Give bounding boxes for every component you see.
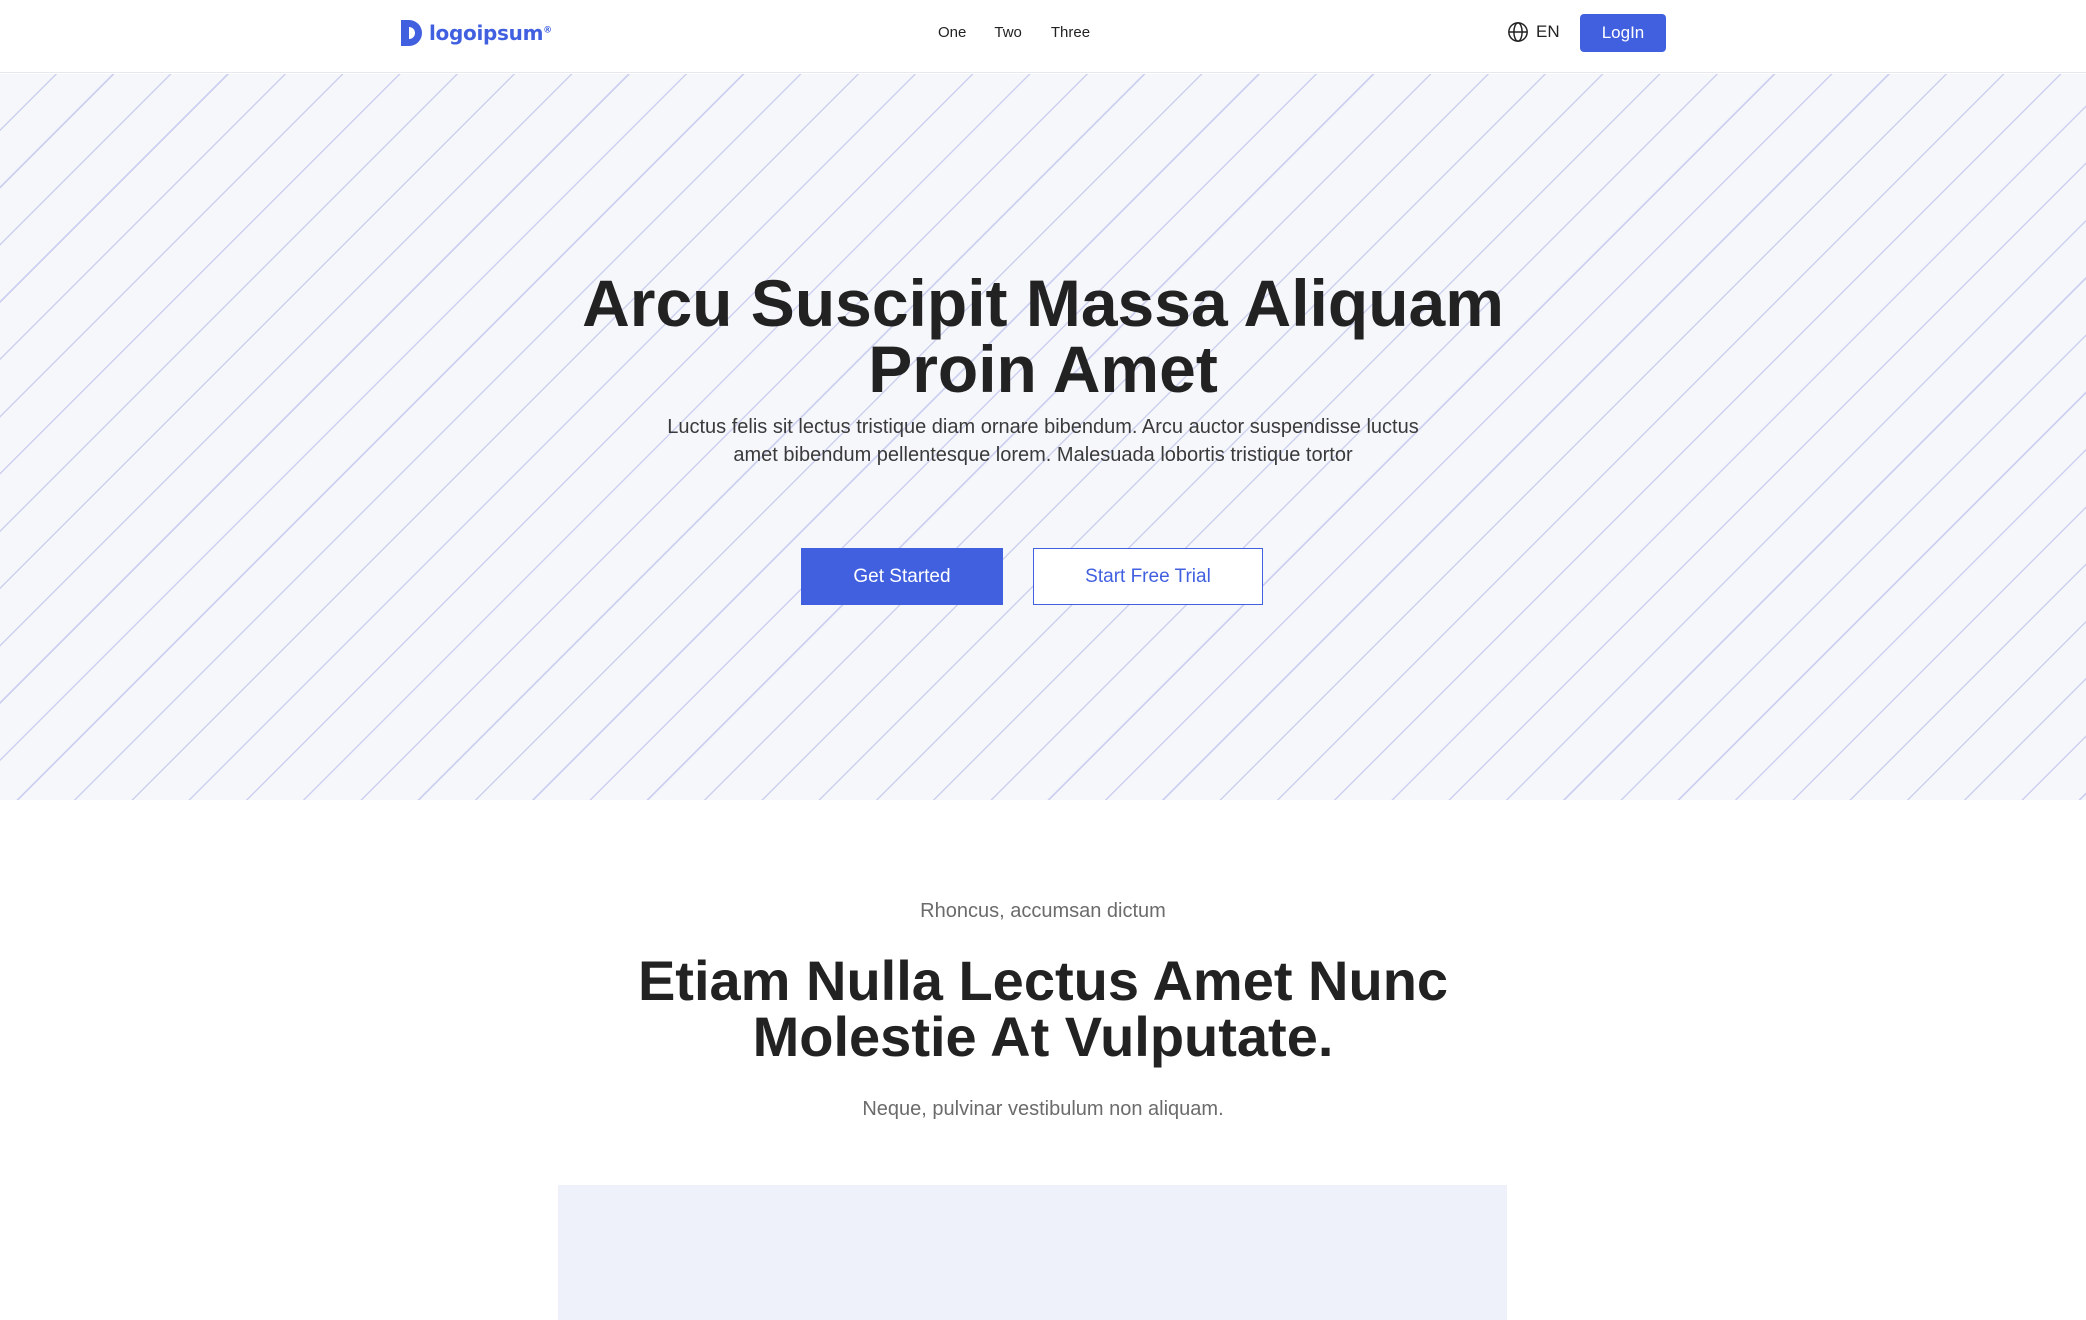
section-title: Etiam Nulla Lectus Amet Nunc Molestie At… (493, 953, 1593, 1065)
login-button[interactable]: LogIn (1580, 14, 1666, 52)
section-eyebrow: Rhoncus, accumsan dictum (920, 900, 1166, 922)
navbar: logoipsum® One Two Three EN LogIn (0, 0, 2086, 73)
logo[interactable]: logoipsum® (399, 17, 552, 49)
get-started-button[interactable]: Get Started (801, 548, 1003, 605)
nav-link-two[interactable]: Two (994, 22, 1022, 44)
hero-subtitle: Luctus felis sit lectus tristique diam o… (667, 416, 1419, 466)
section-subtitle: Neque, pulvinar vestibulum non aliquam. (862, 1098, 1224, 1120)
hero-title-line-1: Arcu Suscipit Massa Aliquam (582, 266, 1504, 340)
hero-section: Arcu Suscipit Massa Aliquam Proin Amet L… (0, 74, 2086, 800)
hero-title-line-2: Proin Amet (868, 332, 1218, 406)
nav-link-three[interactable]: Three (1051, 22, 1090, 44)
logo-mark-icon (401, 20, 422, 46)
language-label: EN (1536, 22, 1560, 41)
start-free-trial-button[interactable]: Start Free Trial (1033, 548, 1263, 605)
media-placeholder (558, 1185, 1507, 1320)
nav-links: One Two Three (938, 22, 1090, 44)
language-selector[interactable]: EN (1507, 21, 1560, 43)
hero-title: Arcu Suscipit Massa Aliquam Proin Amet (443, 270, 1643, 402)
logo-text: logoipsum® (429, 21, 552, 45)
nav-link-one[interactable]: One (938, 22, 966, 44)
globe-icon (1508, 22, 1528, 42)
section-title-line-1: Etiam Nulla Lectus Amet Nunc (637, 949, 1449, 1012)
section-title-line-2: Molestie At Vulputate. (752, 1005, 1334, 1068)
